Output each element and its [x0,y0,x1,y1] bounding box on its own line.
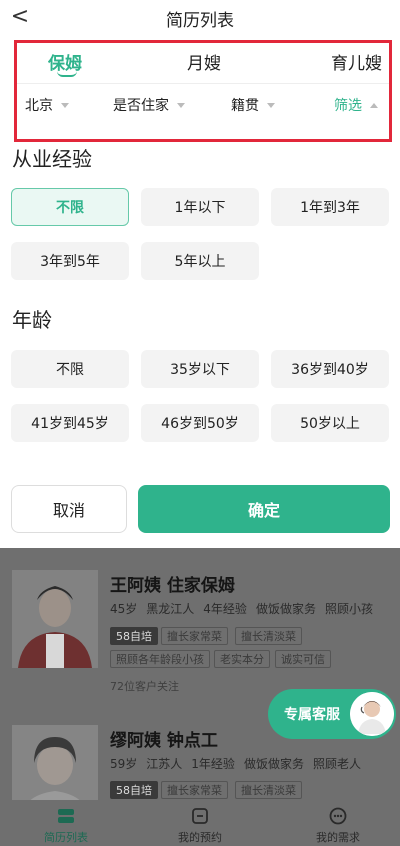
age-option[interactable]: 46岁到50岁 [141,404,259,442]
experience-option[interactable]: 3年到5年 [11,242,129,280]
tag: 照顾各年龄段小孩 [110,650,210,668]
list-icon [58,809,74,823]
tag: 擅长家常菜 [161,627,228,645]
age-option[interactable]: 36岁到40岁 [271,350,389,388]
nav-label: 我的需求 [316,831,360,844]
dropdown-city[interactable]: 北京 [25,95,69,115]
tab-yuesao[interactable]: 月嫂 [187,49,221,74]
caret-down-icon [267,102,275,108]
age-title: 年龄 [12,308,52,332]
tag: 老实本分 [214,650,270,668]
age-option[interactable]: 41岁到45岁 [11,404,129,442]
caregiver-name: 王阿姨 住家保姆 [110,576,235,596]
tag: 诚实可信 [275,650,331,668]
meta-age: 59岁 [110,757,138,771]
age-option[interactable]: 不限 [11,350,129,388]
dropdown-filter-label: 筛选 [334,98,362,114]
category-tabs: 保姆 月嫂 育儿嫂 [17,43,389,81]
nav-my-needs[interactable]: 我的需求 [316,806,360,845]
meta-experience: 4年经验 [203,602,247,616]
experience-option[interactable]: 1年到3年 [271,188,389,226]
caret-down-icon [177,102,185,108]
nav-label: 简历列表 [44,831,88,844]
cancel-button[interactable]: 取消 [11,485,127,533]
experience-option[interactable]: 不限 [11,188,129,226]
agent-avatar-icon [350,692,394,736]
caregiver-meta: 45岁 黑龙江人 4年经验 做饭做家务 照顾小孩 [110,600,382,617]
experience-option[interactable]: 1年以下 [141,188,259,226]
meta-skill: 做饭做家务 [255,602,316,616]
caregiver-name: 缪阿姨 钟点工 [110,731,218,751]
meta-skill: 照顾小孩 [324,602,373,616]
customer-service-button[interactable]: 专属客服 [268,689,396,739]
dropdown-city-label: 北京 [25,98,53,114]
meta-age: 45岁 [110,602,138,616]
caregiver-photo [12,570,98,668]
dropdown-live-in-label: 是否住家 [113,98,169,114]
caregiver-meta: 59岁 江苏人 1年经验 做饭做家务 照顾老人 [110,755,370,772]
page-title: 简历列表 [166,10,234,31]
meta-hometown: 黑龙江人 [146,602,195,616]
meta-hometown: 江苏人 [146,757,183,771]
age-option[interactable]: 35岁以下 [141,350,259,388]
tag-badge: 58自培 [110,627,158,645]
bottom-nav: 简历列表 我的预约 我的需求 [0,800,400,846]
tab-active-indicator [57,71,77,77]
tab-yuersao[interactable]: 育儿嫂 [331,49,382,74]
dropdown-hometown[interactable]: 籍贯 [231,95,275,115]
back-arrow-icon[interactable]: < [8,4,32,29]
age-option[interactable]: 50岁以上 [271,404,389,442]
calendar-icon [192,808,208,824]
nav-appointments[interactable]: 我的预约 [178,806,222,845]
meta-experience: 1年经验 [191,757,235,771]
tag-badge: 58自培 [110,781,158,799]
confirm-button[interactable]: 确定 [138,485,390,533]
meta-skill: 照顾老人 [312,757,361,771]
dropdown-hometown-label: 籍贯 [231,98,259,114]
caret-down-icon [61,102,69,108]
dropdown-live-in[interactable]: 是否住家 [113,95,185,115]
experience-option[interactable]: 5年以上 [141,242,259,280]
more-icon [329,807,347,825]
nav-label: 我的预约 [178,831,222,844]
tag: 擅长清淡菜 [235,627,302,645]
filter-highlight-box: 保姆 月嫂 育儿嫂 北京 是否住家 籍贯 筛选 [14,40,392,142]
caret-up-icon [370,102,378,108]
top-bar: < 简历列表 [0,0,400,36]
customer-service-label: 专属客服 [284,707,340,723]
experience-title: 从业经验 [12,147,92,171]
nav-resume-list[interactable]: 简历列表 [44,806,88,845]
dropdown-filter[interactable]: 筛选 [334,95,378,115]
tag: 擅长清淡菜 [235,781,302,799]
follower-count: 72位客户关注 [110,680,179,693]
meta-skill: 做饭做家务 [243,757,304,771]
tabs-divider [17,83,389,84]
tag: 擅长家常菜 [161,781,228,799]
